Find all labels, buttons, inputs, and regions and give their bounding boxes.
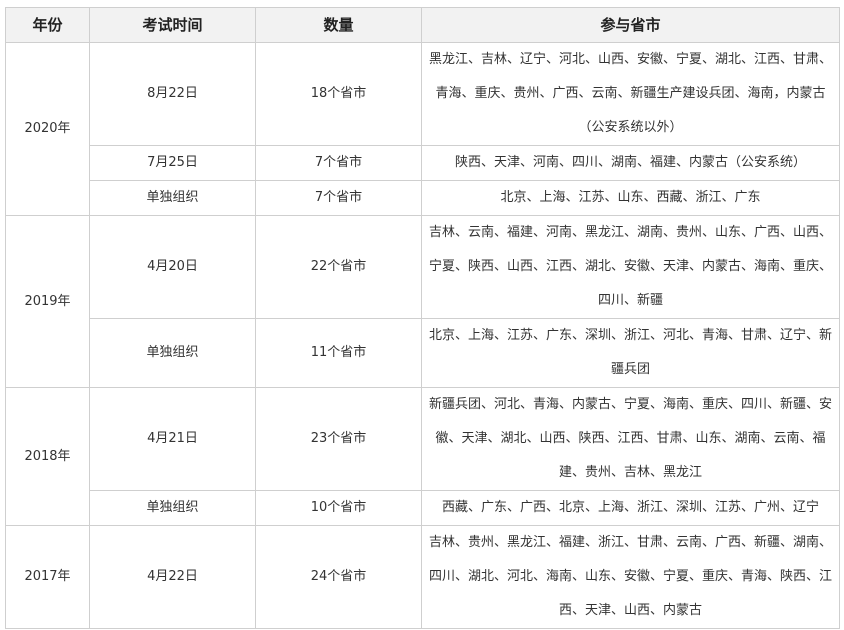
table-row: 2020年 8月22日 18个省市 黑龙江、吉林、辽宁、河北、山西、安徽、宁夏、…	[5, 42, 840, 216]
count-cell: 7个省市	[255, 180, 422, 216]
date-cell: 单独组织	[89, 490, 256, 526]
header-year: 年份	[5, 7, 90, 43]
table-row: 单独组织 10个省市 西藏、广东、广西、北京、上海、浙江、深圳、江苏、广州、辽宁	[6, 490, 840, 526]
provinces-cell: 陕西、天津、河南、四川、湖南、福建、内蒙古（公安系统）	[421, 145, 840, 181]
count-cell: 11个省市	[255, 318, 422, 388]
provinces-cell: 吉林、云南、福建、河南、黑龙江、湖南、贵州、山东、广西、山西、宁夏、陕西、山西、…	[421, 215, 840, 319]
table-row: 2019年 4月20日 22个省市 吉林、云南、福建、河南、黑龙江、湖南、贵州、…	[5, 215, 840, 388]
provinces-cell: 北京、上海、江苏、山东、西藏、浙江、广东	[421, 180, 840, 216]
year-cell: 2019年	[5, 215, 90, 388]
table-row: 单独组织 11个省市 北京、上海、江苏、广东、深圳、浙江、河北、青海、甘肃、辽宁…	[6, 318, 840, 388]
date-cell: 单独组织	[89, 318, 256, 388]
provinces-cell: 吉林、贵州、黑龙江、福建、浙江、甘肃、云南、广西、新疆、湖南、四川、湖北、河北、…	[421, 525, 840, 629]
count-cell: 22个省市	[255, 215, 422, 319]
table-header-row: 年份 考试时间 数量 参与省市	[5, 7, 840, 43]
date-cell: 4月20日	[89, 215, 256, 319]
provinces-cell: 北京、上海、江苏、广东、深圳、浙江、河北、青海、甘肃、辽宁、新疆兵团	[421, 318, 840, 388]
date-cell: 4月22日	[89, 525, 256, 629]
date-cell: 7月25日	[89, 145, 256, 181]
count-cell: 18个省市	[255, 42, 422, 146]
date-cell: 单独组织	[89, 180, 256, 216]
count-cell: 24个省市	[255, 525, 422, 629]
header-provinces: 参与省市	[421, 7, 840, 43]
count-cell: 10个省市	[255, 490, 422, 526]
count-cell: 23个省市	[255, 387, 422, 491]
header-exam-date: 考试时间	[89, 7, 256, 43]
header-count: 数量	[255, 7, 422, 43]
year-cell: 2018年	[5, 387, 90, 526]
table-row: 2017年 4月22日 24个省市 吉林、贵州、黑龙江、福建、浙江、甘肃、云南、…	[5, 525, 840, 629]
table-row: 7月25日 7个省市 陕西、天津、河南、四川、湖南、福建、内蒙古（公安系统）	[6, 145, 840, 181]
provinces-cell: 黑龙江、吉林、辽宁、河北、山西、安徽、宁夏、湖北、江西、甘肃、青海、重庆、贵州、…	[421, 42, 840, 146]
count-cell: 7个省市	[255, 145, 422, 181]
date-cell: 4月21日	[89, 387, 256, 491]
provinces-cell: 西藏、广东、广西、北京、上海、浙江、深圳、江苏、广州、辽宁	[421, 490, 840, 526]
provinces-cell: 新疆兵团、河北、青海、内蒙古、宁夏、海南、重庆、四川、新疆、安徽、天津、湖北、山…	[421, 387, 840, 491]
year-cell: 2020年	[5, 42, 90, 216]
table-row: 单独组织 7个省市 北京、上海、江苏、山东、西藏、浙江、广东	[6, 180, 840, 216]
date-cell: 8月22日	[89, 42, 256, 146]
exam-schedule-table: 年份 考试时间 数量 参与省市 2020年 8月22日 18个省市 黑龙江、吉林…	[5, 7, 840, 629]
table-row: 2018年 4月21日 23个省市 新疆兵团、河北、青海、内蒙古、宁夏、海南、重…	[5, 387, 840, 526]
year-cell: 2017年	[5, 525, 90, 629]
